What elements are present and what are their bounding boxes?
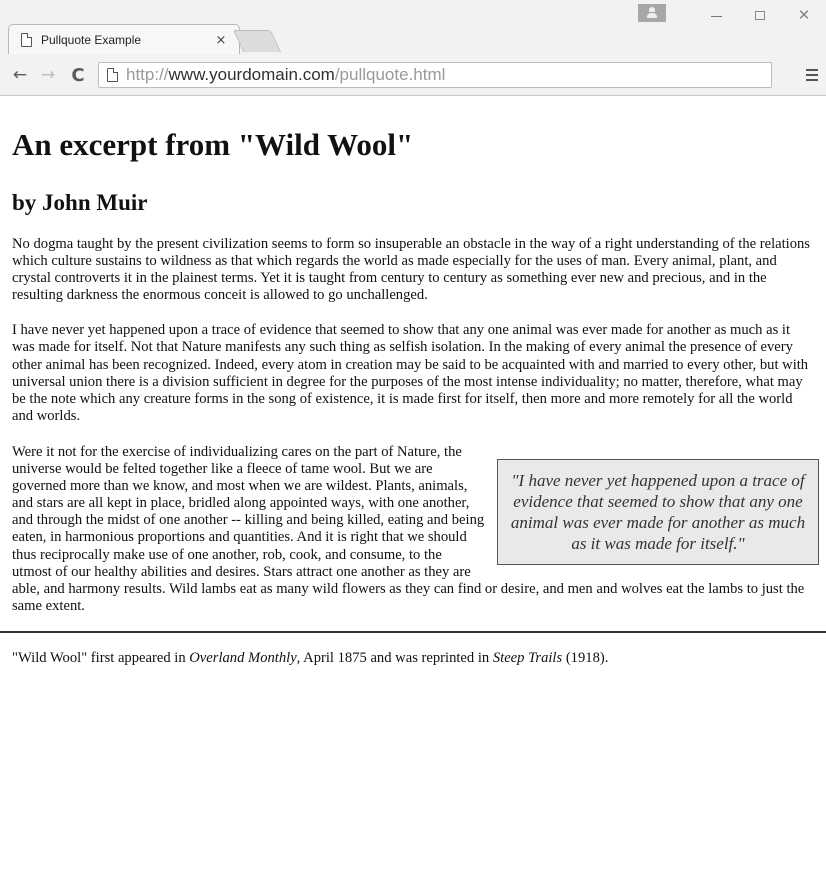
paragraph-1: No dogma taught by the present civilizat… (12, 236, 810, 304)
footnote-book: Steep Trails (492, 649, 563, 666)
reload-button[interactable]: C (66, 63, 90, 87)
paragraph-2: I have never yet happened upon a trace o… (12, 322, 809, 424)
tab-title: Pullquote Example (41, 33, 142, 47)
minimize-icon (710, 15, 722, 17)
url-host: www.yourdomain.com (168, 65, 335, 84)
page-title: An excerpt from "Wild Wool" (12, 127, 414, 162)
divider (0, 630, 826, 633)
new-tab-button[interactable] (232, 30, 282, 52)
url-text: http://www.yourdomain.com/pullquote.html (126, 65, 445, 85)
browser-tab[interactable]: Pullquote Example × (8, 24, 240, 54)
page-icon (107, 68, 118, 82)
footnote-publication: Overland Monthly (189, 649, 297, 666)
byline: by John Muir (12, 190, 148, 215)
page-content: An excerpt from "Wild Wool" by John Muir… (0, 97, 826, 667)
browser-chrome: Pullquote Example × ✕ ← → C http://www.y… (0, 0, 826, 96)
page-icon (21, 33, 32, 47)
user-profile-icon[interactable] (638, 4, 666, 22)
menu-icon[interactable] (806, 63, 822, 87)
window-controls: ✕ (638, 0, 826, 30)
footnote-text-1: "Wild Wool" first appeared in (12, 649, 190, 666)
minimize-button[interactable] (694, 0, 738, 30)
url-scheme: http:// (126, 65, 169, 84)
browser-toolbar: ← → C http://www.yourdomain.com/pullquot… (0, 56, 826, 94)
maximize-icon (755, 10, 765, 20)
tab-strip: Pullquote Example × ✕ (0, 0, 826, 54)
maximize-button[interactable] (738, 0, 782, 30)
pullquote: "I have never yet happened upon a trace … (497, 458, 819, 565)
footnote-text-2: , April 1875 and was reprinted in (296, 649, 493, 666)
address-bar[interactable]: http://www.yourdomain.com/pullquote.html (98, 62, 772, 88)
tab-close-icon[interactable]: × (213, 33, 229, 48)
forward-button[interactable]: → (36, 63, 60, 87)
footnote-text-3: (1918). (562, 649, 609, 666)
paragraph-3-container: "I have never yet happened upon a trace … (12, 444, 826, 615)
back-button[interactable]: ← (8, 63, 32, 87)
close-window-button[interactable]: ✕ (782, 0, 826, 30)
url-path: /pullquote.html (334, 65, 446, 84)
footnote: "Wild Wool" first appeared in Overland M… (12, 649, 826, 667)
